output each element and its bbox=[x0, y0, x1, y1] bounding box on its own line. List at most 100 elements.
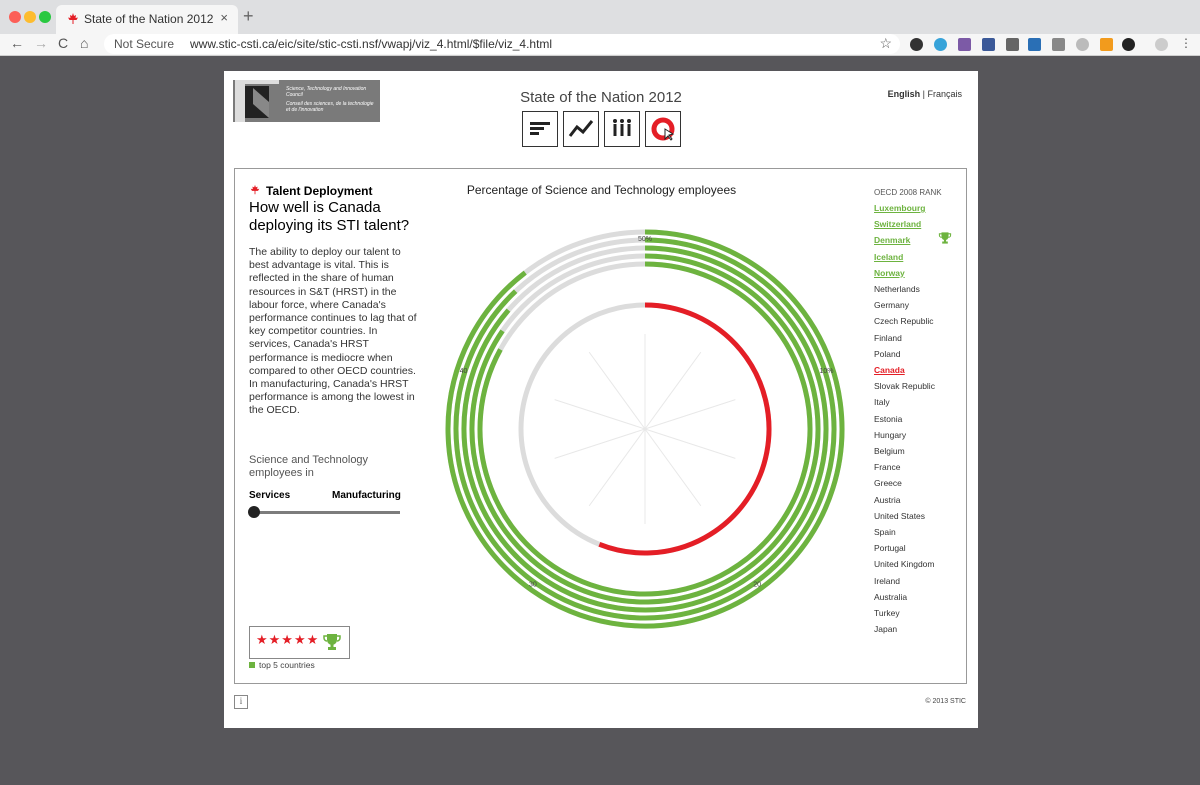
rank-item[interactable]: Turkey bbox=[874, 608, 900, 618]
bookmark-star-icon[interactable]: ☆ bbox=[879, 35, 892, 52]
rank-item[interactable]: Ireland bbox=[874, 576, 900, 586]
sector-slider-track[interactable] bbox=[253, 511, 400, 514]
rank-item[interactable]: Switzerland bbox=[874, 219, 921, 229]
grid-spoke bbox=[588, 428, 646, 507]
language-switch: English | Français bbox=[888, 89, 962, 99]
content-panel: Talent Deployment How well is Canada dep… bbox=[234, 168, 967, 684]
rank-item[interactable]: Netherlands bbox=[874, 284, 920, 294]
nav-people-button[interactable] bbox=[604, 111, 640, 147]
profile-avatar[interactable] bbox=[1155, 38, 1168, 51]
manufacturing-option[interactable]: Manufacturing bbox=[332, 490, 401, 501]
nav-radial-button[interactable] bbox=[645, 111, 681, 147]
rank-item[interactable]: Japan bbox=[874, 624, 897, 634]
rank-item[interactable]: Germany bbox=[874, 300, 909, 310]
browser-tab[interactable]: State of the Nation 2012 × bbox=[56, 5, 238, 34]
rank-item[interactable]: Luxembourg bbox=[874, 203, 925, 213]
address-bar[interactable]: Not Secure www.stic-csti.ca/eic/site/sti… bbox=[104, 34, 900, 54]
rank-item[interactable]: Belgium bbox=[874, 446, 905, 456]
grid-spoke bbox=[644, 428, 702, 507]
minimize-window-dot[interactable] bbox=[24, 11, 36, 23]
reload-icon[interactable]: C bbox=[58, 35, 68, 51]
forward-icon[interactable]: → bbox=[34, 35, 48, 51]
rank-item[interactable]: Poland bbox=[874, 349, 900, 359]
tick-label: 20 bbox=[753, 581, 761, 588]
rank-item[interactable]: Portugal bbox=[874, 543, 906, 553]
grid-spoke bbox=[644, 428, 736, 459]
tick-label: 50% bbox=[638, 236, 652, 243]
camera-icon[interactable] bbox=[1006, 38, 1019, 51]
page-canvas: Science, Technology and Innovation Counc… bbox=[224, 71, 978, 728]
extension-icon[interactable] bbox=[958, 38, 971, 51]
home-icon[interactable]: ⌂ bbox=[80, 35, 88, 51]
extension-icon[interactable] bbox=[1122, 38, 1135, 51]
browser-toolbar: ← → C ⌂ Not Secure www.stic-csti.ca/eic/… bbox=[0, 34, 1200, 56]
new-tab-button[interactable]: + bbox=[243, 6, 254, 27]
tick-label: 30 bbox=[529, 581, 537, 588]
rank-item[interactable]: Austria bbox=[874, 495, 900, 505]
grid-spoke bbox=[644, 399, 736, 430]
tick-label: 10% bbox=[819, 368, 833, 375]
lang-separator: | bbox=[922, 89, 925, 99]
security-status[interactable]: Not Secure bbox=[114, 37, 174, 51]
grid-spoke bbox=[554, 399, 646, 430]
rank-item[interactable]: Italy bbox=[874, 397, 890, 407]
copyright: © 2013 STIC bbox=[925, 698, 966, 705]
trophy-icon bbox=[938, 232, 952, 244]
legend-label: top 5 countries bbox=[259, 660, 315, 670]
legend-swatch bbox=[249, 662, 255, 668]
site-title: State of the Nation 2012 bbox=[520, 89, 682, 106]
url-text[interactable]: www.stic-csti.ca/eic/site/stic-csti.nsf/… bbox=[190, 37, 552, 51]
trend-line-icon bbox=[568, 120, 594, 137]
rank-item[interactable]: Australia bbox=[874, 592, 907, 602]
extension-icon[interactable] bbox=[982, 38, 995, 51]
bar-chart-icon bbox=[530, 122, 550, 135]
rank-item[interactable]: Slovak Republic bbox=[874, 381, 935, 391]
sector-slider-knob[interactable] bbox=[248, 506, 260, 518]
radial-chart-icon bbox=[651, 117, 675, 141]
maximize-window-dot[interactable] bbox=[39, 11, 51, 23]
services-option[interactable]: Services bbox=[249, 490, 290, 501]
rank-item[interactable]: France bbox=[874, 462, 900, 472]
rank-item[interactable]: United States bbox=[874, 511, 925, 521]
rank-item[interactable]: Estonia bbox=[874, 414, 902, 424]
extension-icon[interactable] bbox=[934, 38, 947, 51]
grid-spoke bbox=[554, 428, 646, 459]
nav-trend-button[interactable] bbox=[563, 111, 599, 147]
rank-item[interactable]: Iceland bbox=[874, 252, 903, 262]
info-button[interactable]: i bbox=[234, 695, 248, 709]
lang-english-link[interactable]: English bbox=[888, 89, 921, 99]
extension-icon[interactable] bbox=[1052, 38, 1065, 51]
tick-label: 40 bbox=[460, 368, 468, 375]
extension-icon[interactable] bbox=[1028, 38, 1041, 51]
rank-item[interactable]: Greece bbox=[874, 478, 902, 488]
chart-title: Percentage of Science and Technology emp… bbox=[466, 183, 737, 197]
back-icon[interactable]: ← bbox=[10, 35, 24, 51]
lang-french-link[interactable]: Français bbox=[927, 89, 962, 99]
rank-item[interactable]: Canada bbox=[874, 365, 905, 375]
rank-item[interactable]: Norway bbox=[874, 268, 905, 278]
rank-item[interactable]: Denmark bbox=[874, 235, 910, 245]
tab-close-icon[interactable]: × bbox=[220, 10, 228, 25]
close-window-dot[interactable] bbox=[9, 11, 21, 23]
rating-stars: ★★★★★ bbox=[256, 632, 320, 647]
rank-item[interactable]: Czech Republic bbox=[874, 316, 934, 326]
section-question: How well is Canada deploying its STI tal… bbox=[249, 199, 410, 234]
nav-bar-chart-button[interactable] bbox=[522, 111, 558, 147]
rank-item[interactable]: United Kingdom bbox=[874, 559, 934, 569]
rank-item[interactable]: Hungary bbox=[874, 430, 906, 440]
grid-spoke bbox=[644, 351, 702, 430]
grid-spoke bbox=[588, 351, 646, 430]
tab-title: State of the Nation 2012 bbox=[84, 12, 214, 26]
extension-icon[interactable] bbox=[1076, 38, 1089, 51]
rank-header: OECD 2008 RANK bbox=[874, 188, 942, 197]
extension-icon[interactable] bbox=[910, 38, 923, 51]
menu-dots-icon[interactable]: ⋮ bbox=[1180, 36, 1193, 50]
rank-item[interactable]: Spain bbox=[874, 527, 896, 537]
rank-item[interactable]: Finland bbox=[874, 333, 902, 343]
rating-box: ★★★★★ bbox=[249, 626, 350, 659]
maple-leaf-icon bbox=[68, 13, 78, 24]
people-icon bbox=[613, 119, 631, 136]
canada-arc bbox=[598, 302, 772, 556]
extension-icon[interactable] bbox=[1100, 38, 1113, 51]
toggle-label: Science and Technology employees in bbox=[249, 454, 369, 479]
